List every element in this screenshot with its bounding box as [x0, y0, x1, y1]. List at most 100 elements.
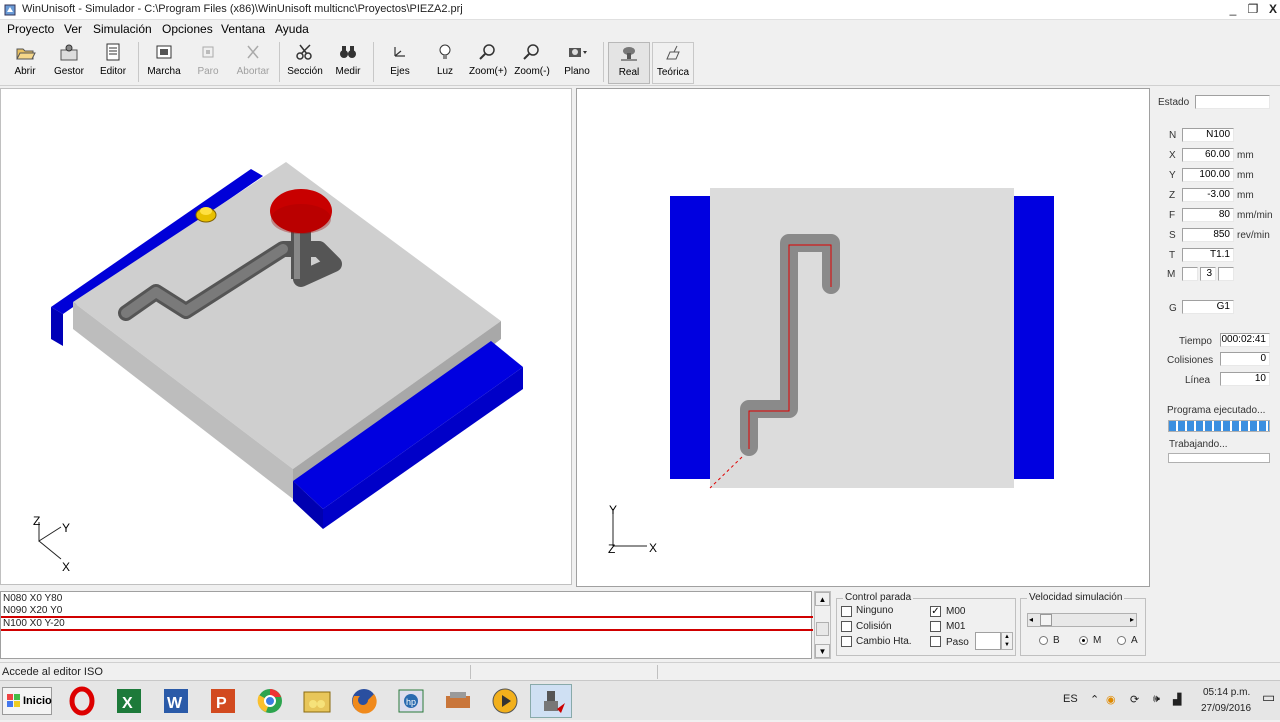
m-field-1 [1182, 267, 1198, 281]
current-line-marker [1, 616, 813, 618]
velocidad-m-radio[interactable] [1079, 636, 1088, 645]
3d-scene: Z Y X [33, 162, 523, 574]
axis-z-label: Z [608, 542, 615, 556]
word-icon[interactable]: W [158, 684, 194, 718]
clock-time[interactable]: 05:14 p.m. [1203, 687, 1250, 698]
estado-label: Estado [1158, 97, 1190, 108]
menu-proyecto[interactable]: Proyecto [7, 22, 54, 36]
current-line-marker [1, 629, 813, 631]
slider-left-icon[interactable]: ◂ [1029, 614, 1033, 626]
svg-text:hp: hp [406, 697, 416, 707]
colisiones-field: 0 [1220, 352, 1270, 366]
y-field: 100.00 [1182, 168, 1234, 182]
slider-thumb[interactable] [1040, 614, 1052, 626]
colision-checkbox[interactable] [841, 621, 852, 632]
real-button[interactable]: Real [608, 42, 650, 84]
zoom-in-button[interactable]: Zoom(+) [468, 42, 508, 84]
paso-stepper[interactable]: ▲ ▼ [1001, 632, 1013, 650]
teorica-view-icon [666, 45, 680, 60]
powerpoint-icon[interactable]: P [205, 684, 241, 718]
x-field: 60.00 [1182, 148, 1234, 162]
m01-checkbox[interactable] [930, 621, 941, 632]
marcha-button[interactable]: Marcha [144, 42, 184, 84]
chrome-icon[interactable] [252, 684, 288, 718]
app-icon [4, 4, 16, 16]
slider-right-icon[interactable]: ▸ [1130, 614, 1134, 626]
estado-field [1195, 95, 1270, 109]
3d-view[interactable]: Z Y X [0, 88, 572, 585]
g-field: G1 [1182, 300, 1234, 314]
menu-opciones[interactable]: Opciones [162, 22, 213, 36]
volume-icon[interactable]: 🕪 [1153, 693, 1160, 706]
plano-button[interactable]: Plano [560, 42, 594, 84]
paso-checkbox[interactable] [930, 636, 941, 647]
iso-code-listing[interactable]: N080 X0 Y80 N090 X20 Y0 N100 X0 Y-20 [0, 591, 813, 659]
restore-button[interactable]: ❐ [1242, 1, 1264, 18]
close-button[interactable]: X [1262, 1, 1280, 18]
toolbar-separator [373, 42, 374, 82]
firefox-icon[interactable] [346, 684, 382, 718]
velocidad-slider[interactable]: ◂ ▸ [1027, 613, 1137, 627]
minimize-button[interactable]: _ [1222, 1, 1244, 18]
paso-input[interactable] [975, 632, 1001, 650]
language-indicator[interactable]: ES [1063, 693, 1078, 705]
velocidad-a-radio[interactable] [1117, 636, 1126, 645]
real-view-icon [621, 47, 637, 61]
code-scrollbar[interactable]: ▲ ▼ [814, 591, 831, 659]
toolbox-icon[interactable] [440, 684, 476, 718]
scroll-down-icon[interactable]: ▼ [815, 644, 830, 658]
svg-text:P: P [216, 695, 227, 712]
svg-text:W: W [167, 695, 183, 712]
excel-icon[interactable]: X [111, 684, 147, 718]
scroll-up-icon[interactable]: ▲ [815, 592, 830, 606]
cambio-hta-checkbox[interactable] [841, 636, 852, 647]
velocidad-b-radio[interactable] [1039, 636, 1048, 645]
code-line-current: N100 X0 Y-20 [3, 618, 65, 629]
opera-icon[interactable] [64, 684, 100, 718]
medir-button[interactable]: Medir [332, 42, 364, 84]
trabajando-progress [1168, 453, 1270, 463]
abortar-button[interactable]: Abortar [232, 42, 274, 84]
blue-clamp-left [670, 196, 710, 479]
scroll-thumb[interactable] [816, 622, 829, 636]
gestor-button[interactable]: Gestor [50, 42, 88, 84]
teorica-button[interactable]: Teórica [652, 42, 694, 84]
abort-x-icon [247, 45, 259, 59]
media-player-icon[interactable] [487, 684, 523, 718]
notifications-icon[interactable]: ▭ [1262, 689, 1275, 706]
abrir-button[interactable]: Abrir [8, 42, 42, 84]
toolbar-separator [603, 42, 604, 82]
open-folder-icon [16, 48, 36, 60]
programa-ejecutado-label: Programa ejecutado... [1167, 405, 1266, 416]
status-panel: Estado N N100 X 60.00 mm Y 100.00 mm Z -… [1150, 88, 1280, 588]
zoom-out-button[interactable]: Zoom(-) [512, 42, 552, 84]
seccion-button[interactable]: Sección [284, 42, 326, 84]
2d-view[interactable]: Y Z X [576, 88, 1150, 587]
window-title: WinUnisoft - Simulador - C:\Program File… [22, 3, 463, 15]
luz-button[interactable]: Luz [430, 42, 460, 84]
paro-button[interactable]: Paro [192, 42, 224, 84]
clock-date[interactable]: 27/09/2016 [1201, 703, 1251, 714]
ninguno-checkbox[interactable] [841, 606, 852, 617]
tray-app-icon[interactable]: ◉ [1106, 693, 1116, 706]
menu-ayuda[interactable]: Ayuda [275, 22, 309, 36]
file-explorer-icon[interactable] [299, 684, 335, 718]
hp-app-icon[interactable]: hp [393, 684, 429, 718]
axes-icon [394, 47, 405, 57]
lightbulb-icon [439, 44, 451, 59]
editor-button[interactable]: Editor [96, 42, 130, 84]
zoom-in-icon [479, 44, 495, 60]
menu-ver[interactable]: Ver [64, 22, 82, 36]
menu-ventana[interactable]: Ventana [221, 22, 265, 36]
toolbar-separator [279, 42, 280, 82]
m00-checkbox[interactable]: ✓ [930, 606, 941, 617]
tray-sync-icon[interactable]: ⟳ [1130, 693, 1139, 706]
start-button[interactable]: Inicio [2, 687, 52, 715]
blue-clamp-right [1014, 196, 1054, 479]
winunisoft-taskbar-icon[interactable] [530, 684, 572, 718]
menu-simulacion[interactable]: Simulación [93, 22, 152, 36]
network-icon[interactable]: ▟ [1173, 693, 1181, 706]
ejes-button[interactable]: Ejes [384, 42, 416, 84]
tray-expand-icon[interactable]: ⌃ [1090, 693, 1099, 706]
2d-scene: Y Z X [608, 188, 1054, 556]
